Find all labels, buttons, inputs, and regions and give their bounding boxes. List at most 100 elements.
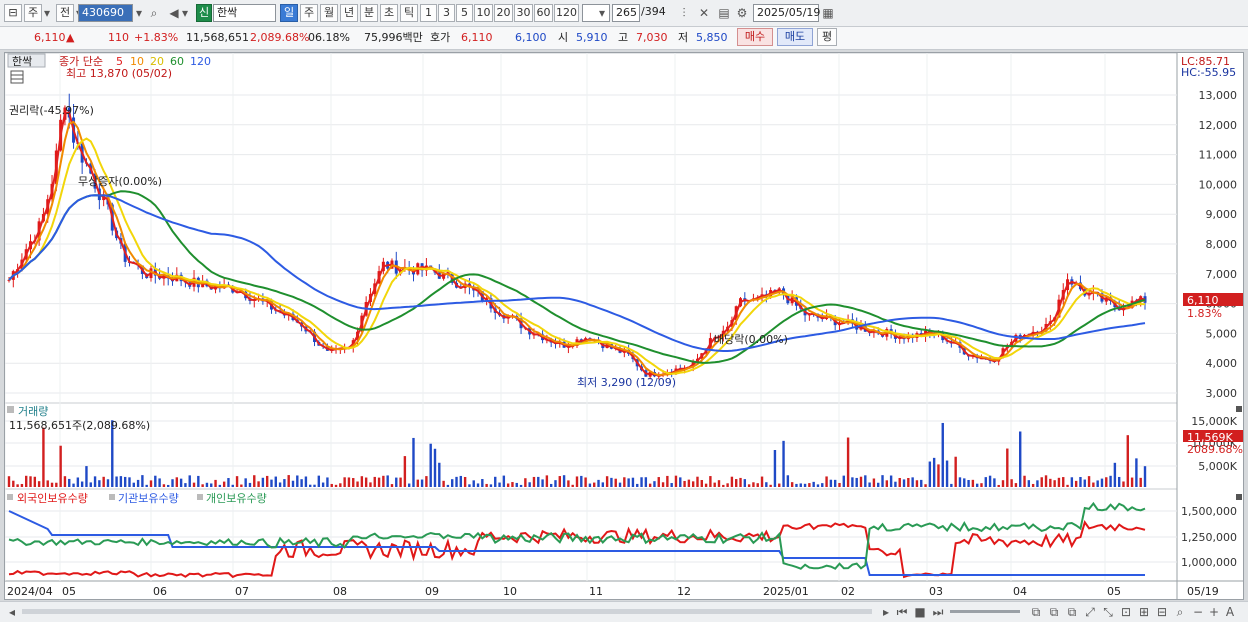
gear-icon[interactable]: ⚙ [734, 4, 750, 22]
zoom-out-icon[interactable]: − [1190, 603, 1206, 621]
stop-icon[interactable]: ■ [912, 603, 928, 621]
volume-bar [562, 475, 566, 487]
candle-type-icon[interactable]: ⫶ [676, 4, 692, 22]
volume-bar [524, 478, 527, 487]
interval-5-button[interactable]: 5 [456, 4, 473, 22]
scroll-right-icon[interactable]: ▸ [878, 603, 894, 621]
scroll-left-icon[interactable]: ◂ [4, 603, 20, 621]
volume-bar [343, 477, 346, 487]
volume-bar [988, 475, 992, 487]
period-day-button[interactable]: 일 [280, 4, 298, 22]
period-week-button[interactable]: 주 [300, 4, 318, 22]
volume-bar [722, 484, 725, 487]
chevron-down-icon[interactable]: ▾ [180, 4, 190, 22]
period-minute-button[interactable]: 분 [360, 4, 378, 22]
stock-name-field[interactable]: 한싹 [213, 4, 276, 22]
period-tick-button[interactable]: 틱 [400, 4, 418, 22]
first-page-icon[interactable]: ⏮ [894, 603, 910, 621]
table-icon[interactable] [10, 70, 24, 84]
interval-10-button[interactable]: 10 [474, 4, 493, 22]
chevron-down-icon[interactable]: ▾ [594, 4, 610, 22]
chart-area[interactable]: 한싹 종가 단순 5 10 20 60 120 최고 13,870 (05/02… [4, 52, 1244, 600]
date-input[interactable]: 2025/05/19 [753, 4, 820, 22]
tool2-icon[interactable]: ⤡ [1100, 603, 1116, 621]
volume-bar [782, 440, 785, 487]
panel-close-icon[interactable] [1236, 494, 1242, 500]
calendar-icon[interactable]: ▦ [820, 4, 836, 22]
period-month-button[interactable]: 월 [320, 4, 338, 22]
chevron-down-icon[interactable]: ▾ [133, 4, 145, 22]
volume-bar [429, 443, 432, 487]
event-dividend: 배당락(0.00%) [714, 333, 788, 346]
save-icon[interactable]: ▤ [716, 4, 732, 22]
volume-bar [313, 484, 316, 487]
volume-bar [752, 482, 755, 487]
volume-bar [416, 479, 419, 487]
volume-bar [833, 479, 837, 487]
layout2-icon[interactable]: ⧉ [1046, 603, 1062, 621]
scrollbar-track[interactable] [22, 609, 872, 614]
volume-bar [102, 476, 105, 487]
volume-bar [1023, 475, 1026, 487]
volume-bar [244, 478, 247, 487]
next-page-icon[interactable]: ⏭ [930, 603, 946, 621]
zoom-in-icon[interactable]: + [1206, 603, 1222, 621]
sell-button[interactable]: 매도 [777, 28, 813, 46]
tool-icon[interactable]: ⤢ [1082, 603, 1098, 621]
interval-60-button[interactable]: 60 [534, 4, 553, 22]
interval-20-button[interactable]: 20 [494, 4, 513, 22]
zoom-slider[interactable] [950, 610, 1020, 613]
bottom-toolbar: ◂ ▸ ⏮ ■ ⏭ ⧉ ⧉ ⧉ ⤢ ⤡ ⊡ ⊞ ⊟ ⌕ − + A [0, 601, 1248, 622]
panel-close-icon[interactable] [1236, 406, 1242, 412]
panel-handle-icon[interactable] [7, 406, 14, 413]
price-tick: 8,000 [1206, 238, 1238, 251]
font-size-icon[interactable]: A [1222, 603, 1238, 621]
volume-bar [786, 475, 790, 487]
price-tick: 11,000 [1199, 149, 1238, 162]
period-second-button[interactable]: 초 [380, 4, 398, 22]
volume-bar [610, 477, 613, 487]
volume-bar [1143, 466, 1147, 487]
volume-bar [1117, 476, 1121, 487]
prev-button[interactable]: 전 [56, 4, 74, 22]
interval-3-button[interactable]: 3 [438, 4, 455, 22]
chevron-down-icon[interactable]: ▾ [42, 4, 52, 22]
tool5-icon[interactable]: ⊟ [1154, 603, 1170, 621]
window-icon[interactable]: ⊟ [4, 4, 22, 22]
volume-bar [175, 477, 179, 487]
volume-bar [532, 476, 536, 487]
layout3-icon[interactable]: ⧉ [1064, 603, 1080, 621]
layout-icon[interactable]: ⧉ [1028, 603, 1044, 621]
tool3-icon[interactable]: ⊡ [1118, 603, 1134, 621]
volume-bar [128, 477, 131, 487]
panel-handle-icon[interactable] [7, 494, 13, 500]
volume-bar [106, 479, 110, 487]
interval-120-button[interactable]: 120 [554, 4, 579, 22]
stock-code-input[interactable]: 430690 [78, 4, 133, 22]
volume-bar [730, 476, 734, 487]
crosshair-icon[interactable]: ✕ [696, 4, 712, 22]
volume-bar [726, 483, 729, 487]
volume-bar [433, 448, 437, 487]
interval-30-button[interactable]: 30 [514, 4, 533, 22]
count-input[interactable]: 265 [612, 4, 640, 22]
period-year-button[interactable]: 년 [340, 4, 358, 22]
volume-bar [631, 477, 635, 487]
eval-button[interactable]: 평 [817, 28, 837, 46]
volume-bar [567, 480, 570, 487]
volume-bar [1044, 475, 1048, 487]
volume-bar [463, 476, 467, 487]
volume-bar [679, 477, 682, 487]
volume-bar [932, 457, 936, 487]
volume-bar [549, 483, 553, 487]
volume-bar [412, 437, 415, 487]
volume-bar [902, 479, 906, 487]
volume-bar [1113, 462, 1117, 487]
search-icon[interactable]: ⌕ [146, 4, 162, 22]
magnifier-icon[interactable]: ⌕ [1172, 603, 1188, 621]
buy-button[interactable]: 매수 [737, 28, 773, 46]
price-tick: 10,000 [1199, 178, 1238, 191]
period-main-button[interactable]: 주 [24, 4, 42, 22]
tool4-icon[interactable]: ⊞ [1136, 603, 1152, 621]
interval-1-button[interactable]: 1 [420, 4, 437, 22]
